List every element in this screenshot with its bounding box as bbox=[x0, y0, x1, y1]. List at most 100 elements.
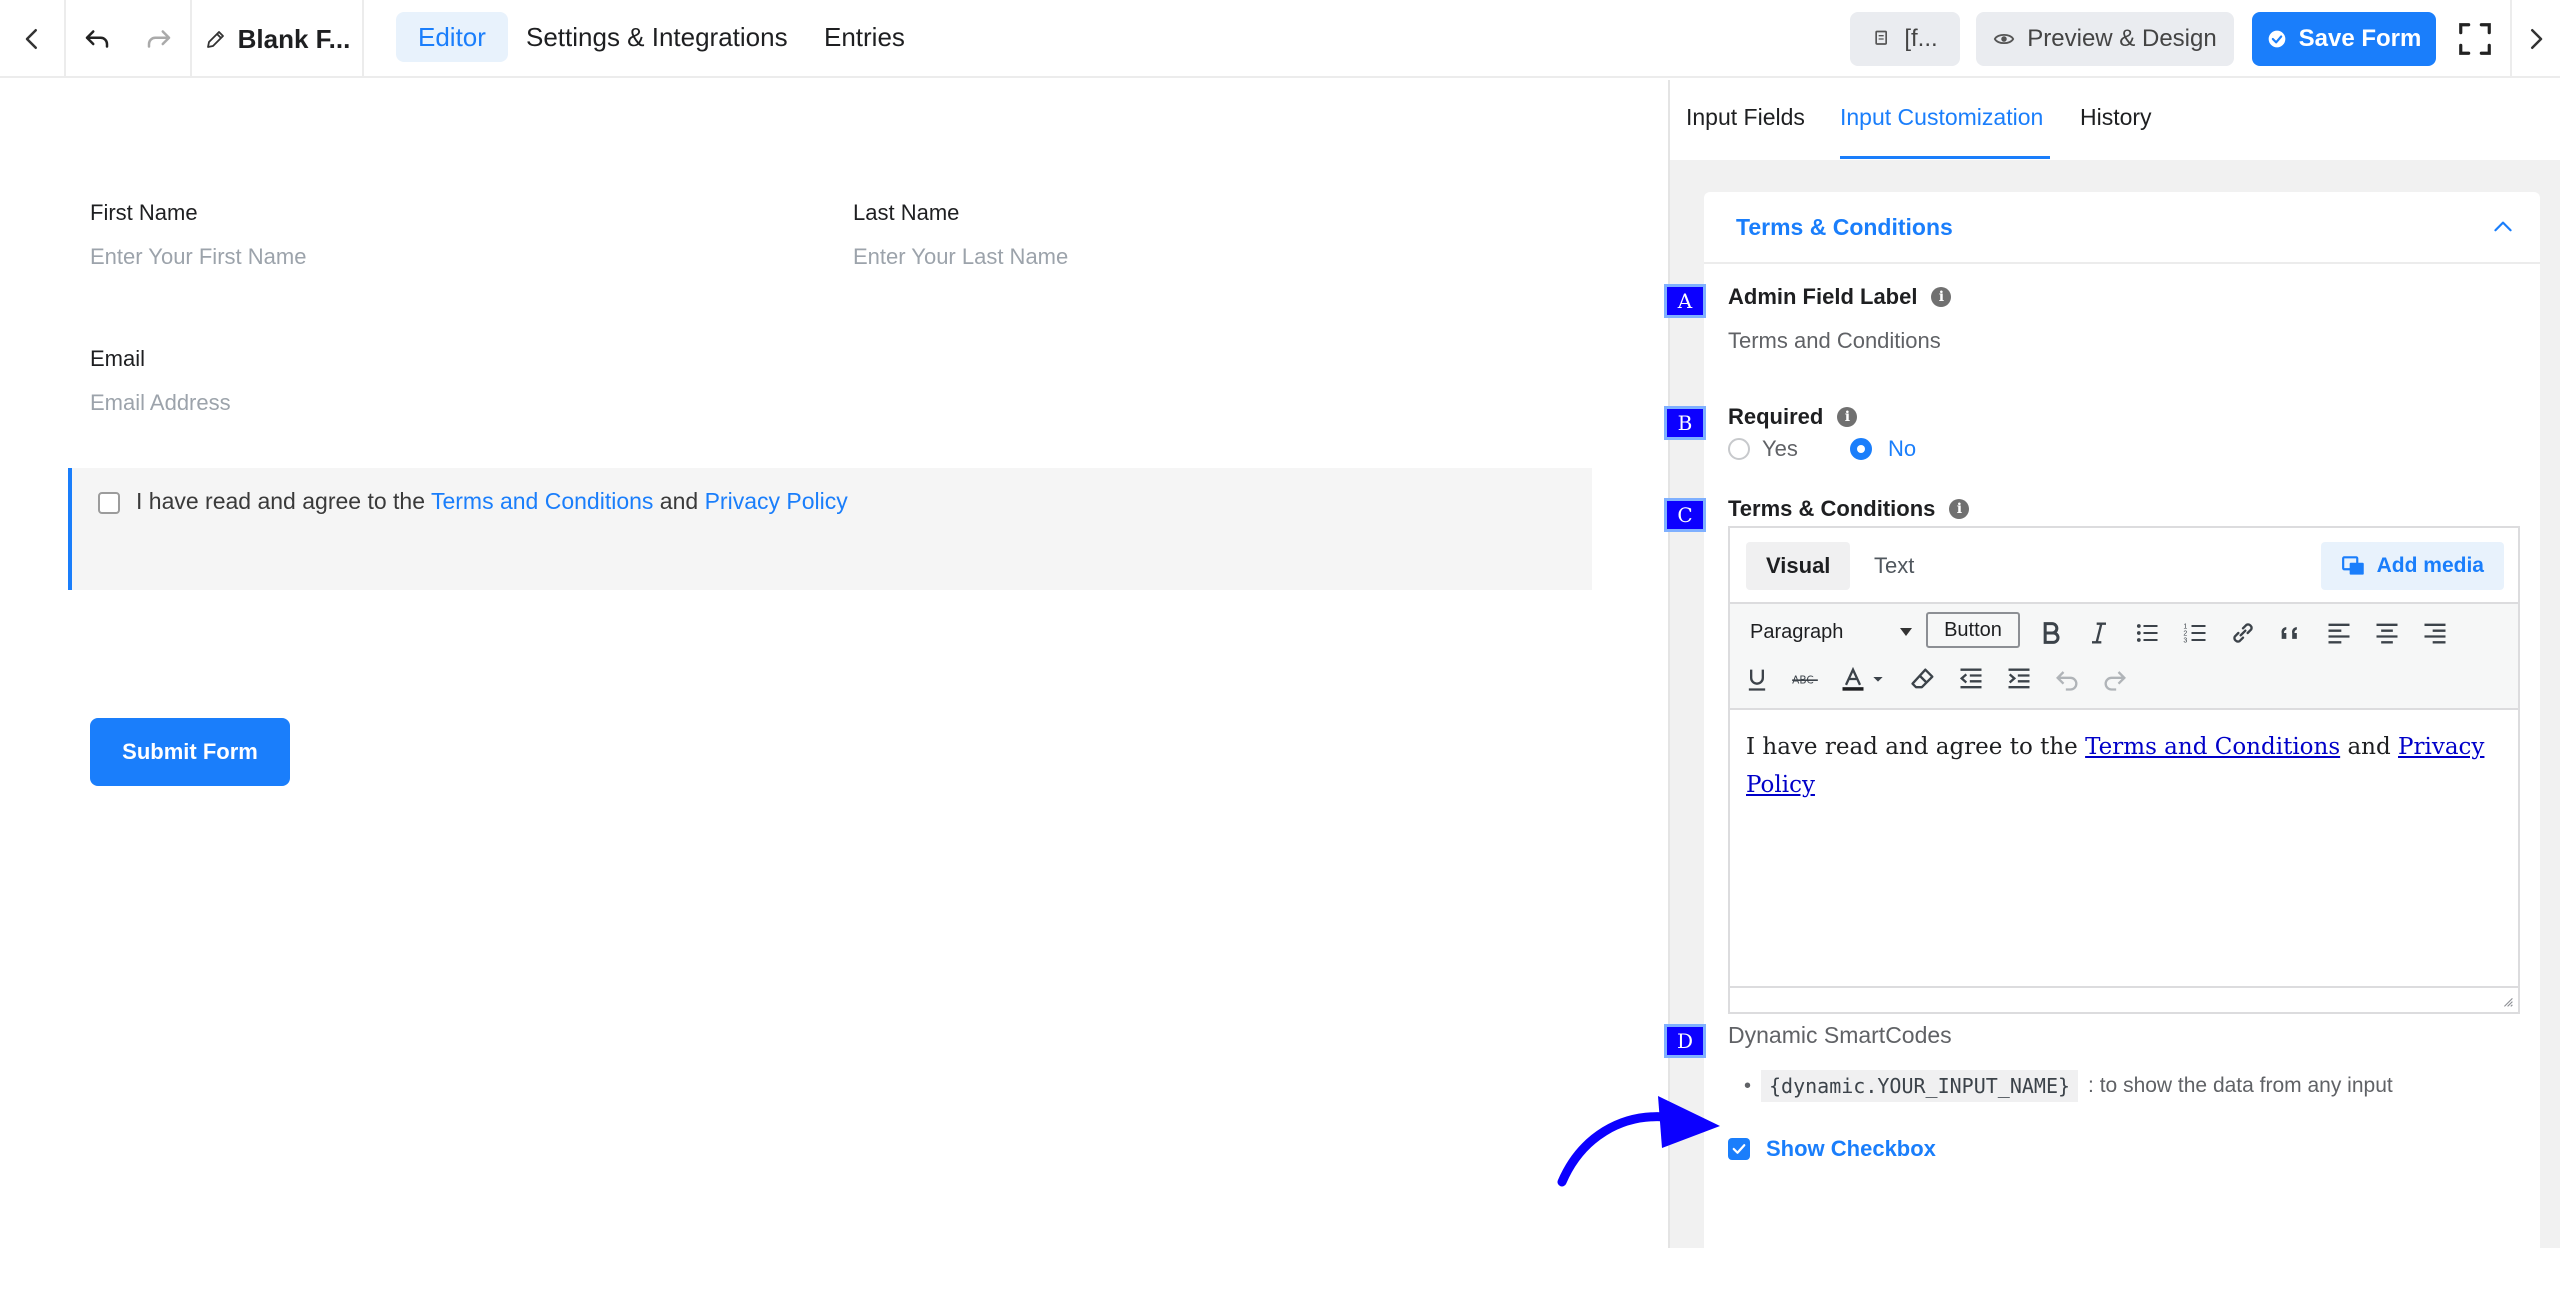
numbered-list-icon[interactable]: 123 bbox=[2178, 616, 2212, 650]
back-icon[interactable] bbox=[0, 0, 64, 78]
check-icon bbox=[1732, 1144, 1746, 1154]
chevron-down-icon[interactable] bbox=[1868, 662, 1888, 696]
last-name-label: Last Name bbox=[853, 200, 960, 225]
tab-editor[interactable]: Editor bbox=[396, 12, 508, 62]
show-checkbox-toggle[interactable] bbox=[1728, 1138, 1750, 1160]
copy-icon bbox=[1875, 30, 1888, 45]
privacy-link[interactable]: Privacy Policy bbox=[705, 488, 848, 514]
email-label: Email bbox=[90, 346, 146, 371]
annotation-badge-a: A bbox=[1664, 284, 1706, 318]
strikethrough-icon[interactable]: ABC bbox=[1788, 662, 1822, 696]
submit-form-button[interactable]: Submit Form bbox=[90, 718, 290, 786]
underline-icon[interactable] bbox=[1740, 662, 1774, 696]
pencil-icon bbox=[206, 31, 224, 48]
last-name-input[interactable]: Enter Your Last Name bbox=[853, 244, 1068, 270]
info-icon[interactable]: i bbox=[1949, 499, 1970, 519]
undo-icon[interactable] bbox=[66, 0, 128, 78]
terms-mid: and bbox=[653, 488, 705, 514]
redo-icon[interactable] bbox=[128, 0, 190, 78]
align-center-icon[interactable] bbox=[2370, 616, 2404, 650]
annotation-badge-b: B bbox=[1664, 406, 1706, 440]
tab-text[interactable]: Text bbox=[1854, 542, 1934, 590]
terms-checkbox[interactable] bbox=[98, 492, 120, 514]
smartcode-desc: : to show the data from any input bbox=[2088, 1074, 2393, 1097]
save-form-label: Save Form bbox=[2298, 25, 2422, 52]
first-name-input[interactable]: Enter Your First Name bbox=[90, 244, 306, 270]
admin-field-input[interactable]: Terms and Conditions bbox=[1728, 328, 1941, 354]
eye-icon bbox=[1994, 33, 2015, 45]
editor-content-prefix: I have read and agree to the bbox=[1746, 734, 2086, 760]
editor-content[interactable]: I have read and agree to the Terms and C… bbox=[1746, 728, 2506, 804]
italic-icon[interactable] bbox=[2082, 616, 2116, 650]
undo-icon[interactable] bbox=[2050, 662, 2084, 696]
terms-prefix: I have read and agree to the bbox=[136, 488, 431, 514]
text-color-icon[interactable] bbox=[1836, 662, 1870, 696]
smartcode-item: • {dynamic.YOUR_INPUT_NAME} : to show th… bbox=[1744, 1070, 2393, 1102]
terms-link[interactable]: Terms and Conditions bbox=[431, 488, 653, 514]
terms-editor-label-text: Terms & Conditions bbox=[1728, 496, 1936, 521]
info-icon[interactable]: i bbox=[1931, 287, 1952, 307]
blockquote-icon[interactable] bbox=[2274, 616, 2308, 650]
annotation-badge-c: C bbox=[1664, 498, 1706, 532]
tab-input-fields[interactable]: Input Fields bbox=[1686, 104, 1805, 131]
editor-terms-link[interactable]: Terms and Conditions bbox=[2085, 734, 2340, 760]
required-no-radio[interactable] bbox=[1850, 438, 1872, 460]
tab-entries[interactable]: Entries bbox=[802, 12, 927, 62]
required-label-text: Required bbox=[1728, 404, 1824, 429]
editor-privacy-link-part2[interactable]: Policy bbox=[1746, 772, 1815, 798]
form-name[interactable]: Blank F... bbox=[192, 0, 362, 78]
email-input[interactable]: Email Address bbox=[90, 390, 231, 416]
shortcode-label: [f... bbox=[1904, 25, 1938, 52]
align-left-icon[interactable] bbox=[2322, 616, 2356, 650]
top-bar: Blank F... Editor Settings & Integration… bbox=[0, 0, 2560, 78]
svg-text:1: 1 bbox=[2183, 623, 2187, 630]
redo-icon[interactable] bbox=[2098, 662, 2132, 696]
smartcode-value[interactable]: {dynamic.YOUR_INPUT_NAME} bbox=[1761, 1070, 2079, 1102]
section-title: Terms & Conditions bbox=[1736, 214, 1953, 240]
divider bbox=[362, 0, 364, 78]
terms-field[interactable]: I have read and agree to the Terms and C… bbox=[68, 468, 1592, 590]
clear-formatting-icon[interactable] bbox=[1906, 662, 1940, 696]
align-right-icon[interactable] bbox=[2418, 616, 2452, 650]
required-no-label[interactable]: No bbox=[1888, 436, 1916, 462]
bullet-list-icon[interactable] bbox=[2130, 616, 2164, 650]
tab-input-customization[interactable]: Input Customization bbox=[1840, 104, 2043, 131]
chevron-up-icon[interactable] bbox=[2490, 214, 2516, 245]
show-checkbox-label[interactable]: Show Checkbox bbox=[1766, 1136, 1936, 1162]
smartcodes-title: Dynamic SmartCodes bbox=[1728, 1022, 1952, 1048]
outdent-icon[interactable] bbox=[1954, 662, 1988, 696]
chevron-right-icon[interactable] bbox=[2512, 0, 2560, 78]
editor-resize-bar[interactable] bbox=[1730, 986, 2518, 1012]
preview-design-button[interactable]: Preview & Design bbox=[1976, 12, 2234, 66]
bold-icon[interactable] bbox=[2034, 616, 2068, 650]
shortcode-button[interactable]: [f... bbox=[1850, 12, 1960, 66]
required-label: Required i bbox=[1728, 404, 1858, 430]
required-yes-radio[interactable] bbox=[1728, 438, 1750, 460]
form-canvas: First Name Enter Your First Name Last Na… bbox=[0, 80, 1668, 1248]
svg-text:2: 2 bbox=[2183, 630, 2187, 637]
active-tab-indicator bbox=[1840, 156, 2050, 159]
terms-editor-label: Terms & Conditions i bbox=[1728, 496, 1970, 522]
tab-settings-integrations[interactable]: Settings & Integrations bbox=[504, 12, 810, 62]
button-shortcode-tool[interactable]: Button bbox=[1926, 612, 2020, 648]
resize-handle-icon[interactable] bbox=[2498, 992, 2514, 1008]
format-select[interactable]: Paragraph bbox=[1738, 614, 1918, 650]
check-circle-icon bbox=[2268, 30, 2285, 48]
fullscreen-icon[interactable] bbox=[2448, 0, 2502, 78]
add-media-button[interactable]: Add media bbox=[2320, 542, 2504, 590]
format-select-value: Paragraph bbox=[1750, 620, 1844, 643]
add-media-label: Add media bbox=[2376, 554, 2484, 577]
terms-text: I have read and agree to the Terms and C… bbox=[136, 488, 848, 515]
required-yes-label[interactable]: Yes bbox=[1762, 436, 1798, 462]
save-form-button[interactable]: Save Form bbox=[2252, 12, 2436, 66]
info-icon[interactable]: i bbox=[1837, 407, 1858, 427]
editor-toolbar: Paragraph Button 123 ABC bbox=[1730, 602, 2518, 710]
editor-privacy-link-part1[interactable]: Privacy bbox=[2398, 734, 2484, 760]
editor-content-mid: and bbox=[2340, 734, 2399, 760]
section-header[interactable]: Terms & Conditions bbox=[1704, 192, 2540, 264]
link-icon[interactable] bbox=[2226, 616, 2260, 650]
indent-icon[interactable] bbox=[2002, 662, 2036, 696]
media-icon bbox=[2341, 556, 2364, 575]
tab-visual[interactable]: Visual bbox=[1746, 542, 1851, 590]
tab-history[interactable]: History bbox=[2080, 104, 2152, 131]
